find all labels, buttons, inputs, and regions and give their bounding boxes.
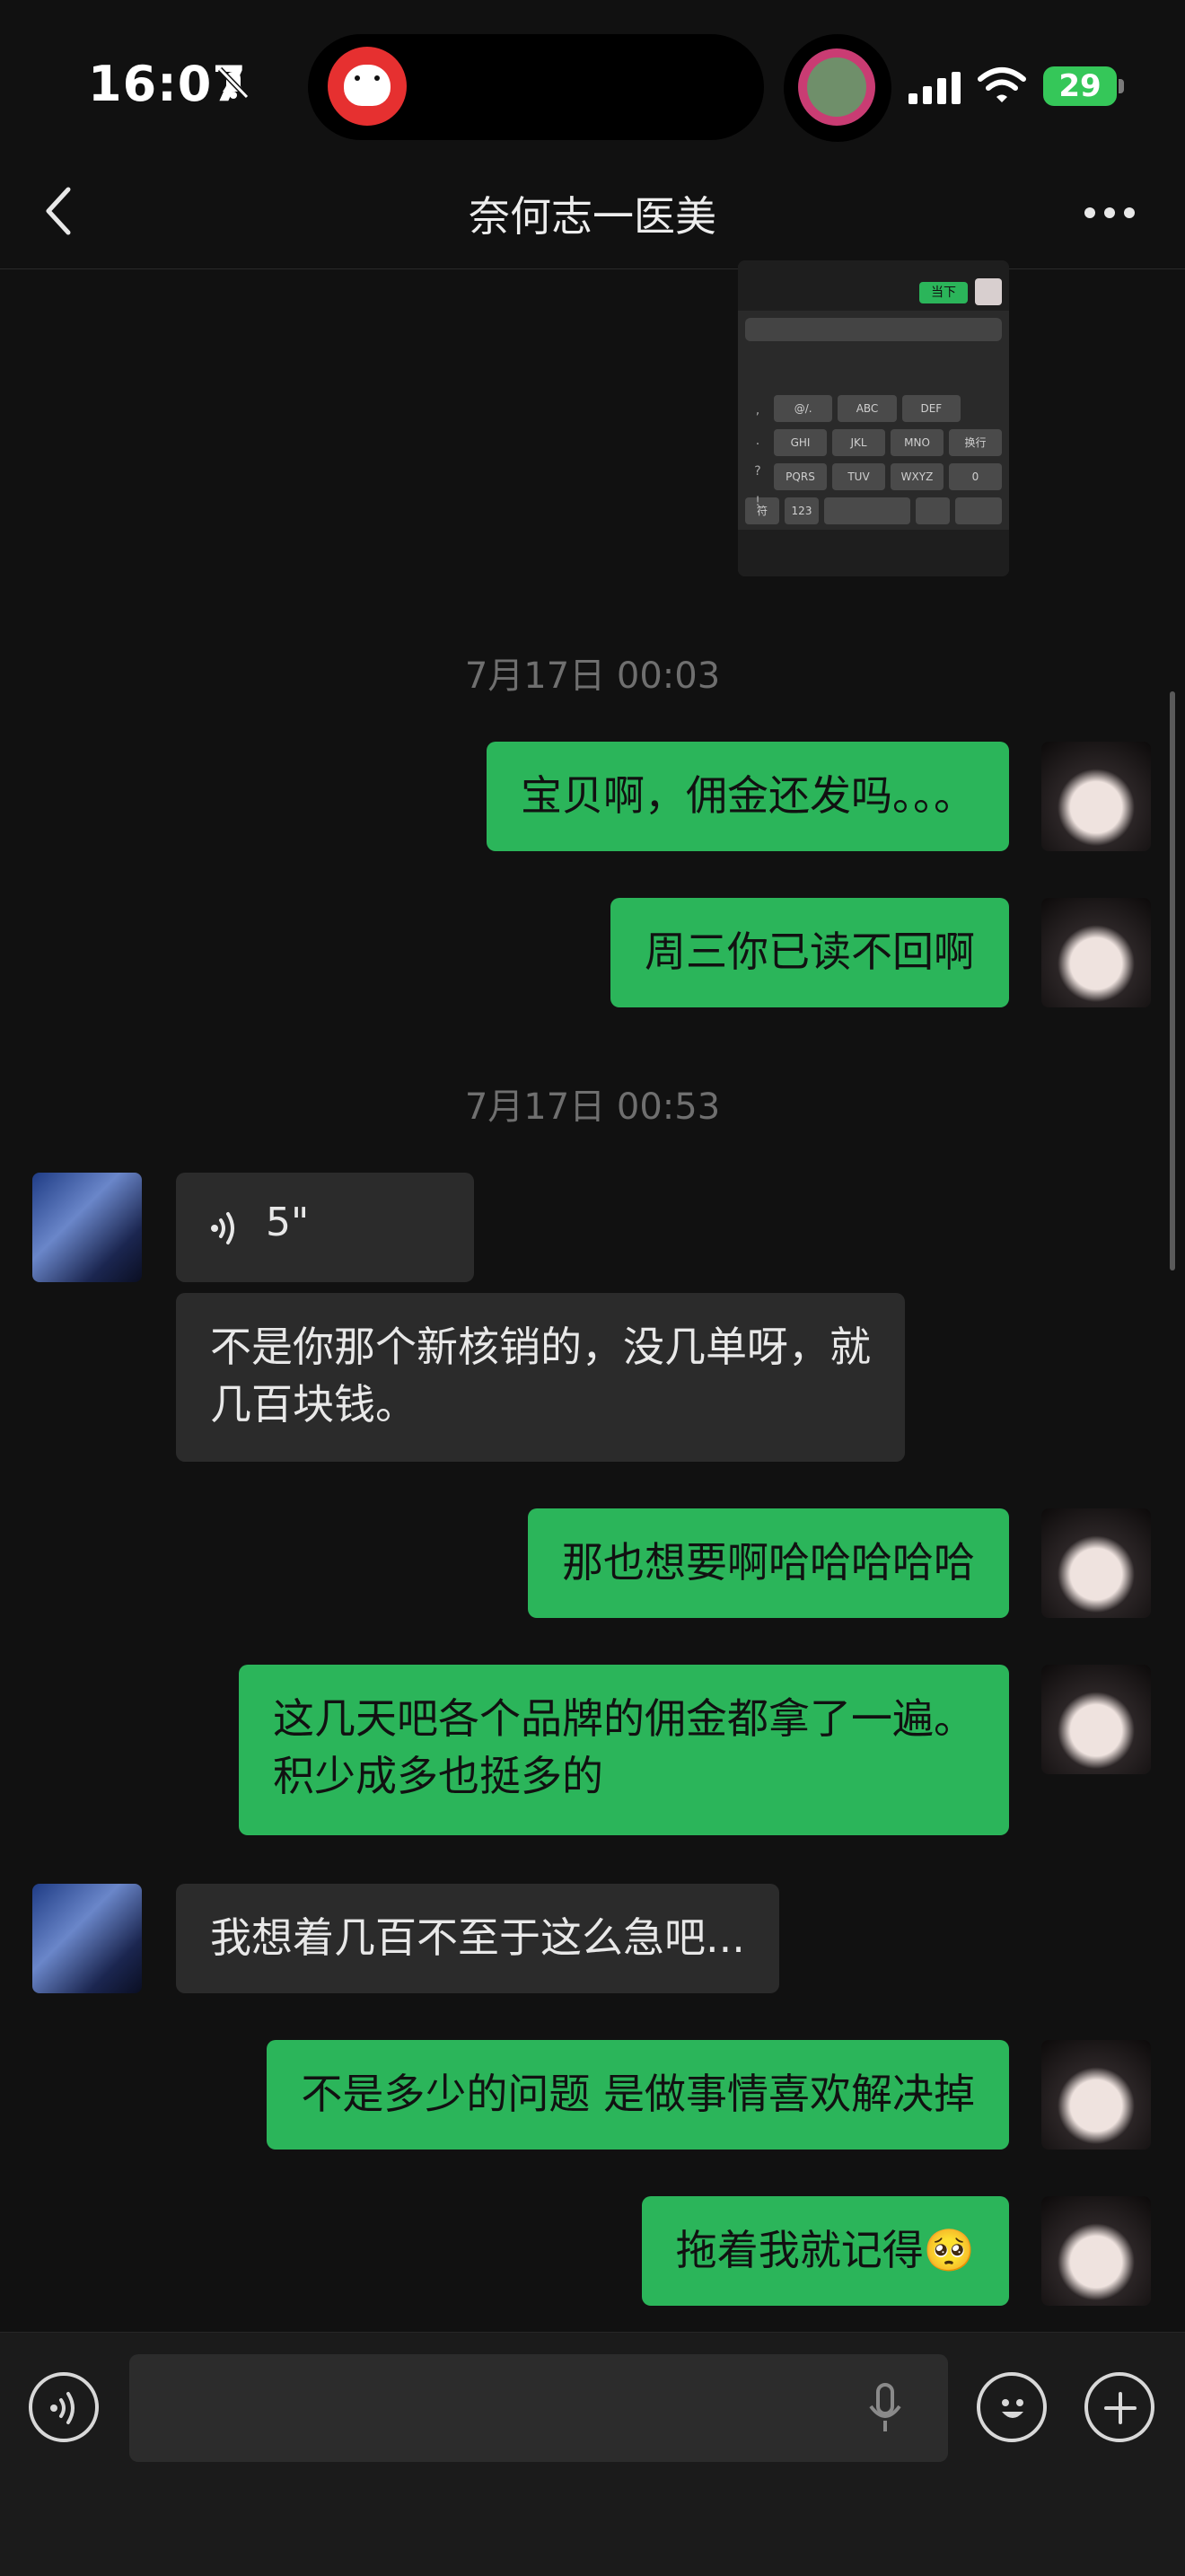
key-13: 123 — [785, 497, 819, 524]
key-11: 0 — [949, 463, 1002, 490]
message-line: 不是你那个新核销的，没几单呀，就 — [210, 1323, 871, 1371]
status-bar: 16:07 29 — [0, 0, 1185, 157]
side-key-1: , — [755, 403, 760, 418]
more-options-icon[interactable] — [1083, 204, 1137, 222]
image-chip: 当下 — [919, 282, 968, 303]
message-input[interactable] — [129, 2354, 948, 2462]
contact-message-bubble[interactable]: 我想着几百不至于这么急吧... — [176, 1884, 779, 1993]
voice-message-bubble[interactable]: 5" — [176, 1173, 474, 1282]
timestamp: 7月17日 00:03 — [464, 655, 721, 697]
key-2: ABC — [838, 395, 897, 422]
key-1: @/. — [774, 395, 833, 422]
my-message-bubble[interactable]: 拖着我就记得🥺 — [641, 2196, 1009, 2306]
live-activity-thumbnail — [807, 57, 866, 117]
key-10: WXYZ — [891, 463, 944, 490]
contact-message-bubble[interactable]: 不是你那个新核销的，没几单呀，就 几百块钱。 — [176, 1293, 905, 1462]
my-avatar[interactable] — [1041, 2040, 1151, 2150]
key-7: 换行 — [949, 429, 1002, 456]
message-line: 这几天吧各个品牌的佣金都拿了一遍。 — [273, 1694, 975, 1743]
side-key-3: ? — [754, 464, 761, 479]
voice-input-button[interactable] — [29, 2372, 99, 2442]
my-avatar[interactable] — [1041, 1508, 1151, 1618]
my-avatar[interactable] — [1041, 2196, 1151, 2306]
battery-level: 29 — [1043, 66, 1117, 106]
chat-header: 奈何志一医美 — [0, 157, 1185, 269]
my-message-bubble[interactable]: 这几天吧各个品牌的佣金都拿了一遍。 积少成多也挺多的 — [239, 1665, 1009, 1835]
key-8: PQRS — [774, 463, 827, 490]
image-message[interactable]: 当下 @/. ABC DEF GHI JKL MNO 换行 PQRS TUV W… — [738, 260, 1009, 576]
my-avatar[interactable] — [1041, 898, 1151, 1007]
side-key-2: . — [755, 434, 760, 448]
my-message-bubble[interactable]: 周三你已读不回啊 — [610, 898, 1009, 1007]
my-message-bubble[interactable]: 那也想要啊哈哈哈哈哈 — [528, 1508, 1009, 1618]
key-3: DEF — [901, 395, 961, 422]
plus-icon — [1104, 2392, 1137, 2424]
mute-bell-icon — [217, 66, 250, 100]
my-message-bubble[interactable]: 不是多少的问题 是做事情喜欢解决掉 — [267, 2040, 1009, 2150]
emoji-button[interactable] — [977, 2372, 1047, 2442]
key-9: TUV — [832, 463, 885, 490]
cellular-signal-icon — [908, 72, 961, 104]
input-bar — [0, 2332, 1185, 2576]
battery-tip — [1119, 79, 1124, 93]
more-functions-button[interactable] — [1084, 2372, 1154, 2442]
message-line: 几百块钱。 — [210, 1380, 417, 1429]
timestamp: 7月17日 00:53 — [464, 1086, 721, 1128]
message-line: 积少成多也挺多的 — [273, 1752, 603, 1800]
voice-duration: 5" — [266, 1200, 310, 1245]
voice-wave-icon — [50, 2392, 75, 2424]
app-mascot-icon[interactable] — [328, 47, 407, 126]
wifi-icon — [978, 67, 1026, 102]
chat-title: 奈何志一医美 — [469, 192, 716, 241]
key-6: MNO — [891, 429, 944, 456]
contact-avatar[interactable] — [32, 1173, 142, 1282]
my-avatar[interactable] — [1041, 1665, 1151, 1774]
contact-avatar[interactable] — [32, 1884, 142, 1993]
voice-wave-icon — [211, 1212, 234, 1244]
scrollbar[interactable] — [1170, 691, 1175, 1270]
side-key-4: ! — [755, 495, 760, 509]
my-message-bubble[interactable]: 宝贝啊，佣金还发吗。。。 — [487, 742, 1009, 851]
pleading-face-emoji: 🥺 — [923, 2226, 975, 2274]
key-5: JKL — [832, 429, 885, 456]
microphone-icon[interactable] — [867, 2381, 903, 2435]
smiley-icon — [1002, 2399, 1023, 2418]
message-text: 拖着我就记得 — [675, 2226, 924, 2274]
my-avatar[interactable] — [1041, 742, 1151, 851]
key-4: GHI — [774, 429, 827, 456]
